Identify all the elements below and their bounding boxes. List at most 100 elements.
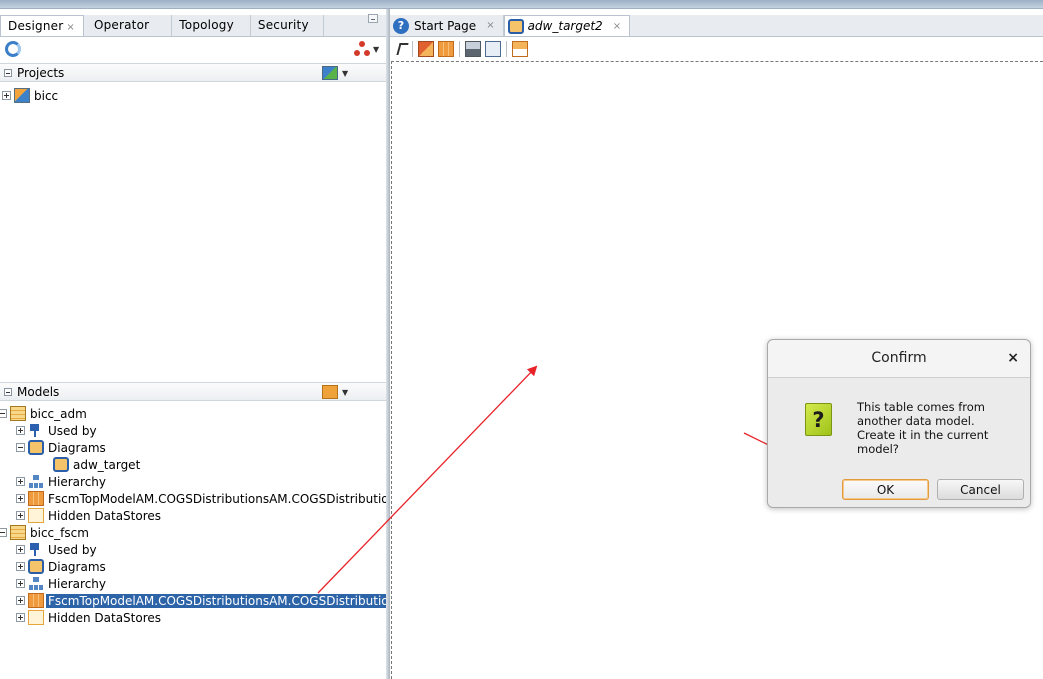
auto-layout-icon[interactable]	[512, 41, 528, 57]
expand-icon[interactable]	[16, 613, 25, 622]
tab-close-icon[interactable]: ×	[613, 21, 621, 32]
tree-item-hierarchy[interactable]: Hierarchy	[16, 575, 108, 592]
expand-icon[interactable]	[2, 91, 11, 100]
datastore-icon	[28, 593, 44, 608]
expand-icon[interactable]	[16, 579, 25, 588]
project-icon	[14, 88, 30, 103]
expand-icon[interactable]	[16, 562, 25, 571]
collapse-icon[interactable]	[16, 443, 25, 452]
left-navigator-panel: Designer × Operator Topology Security ▼ P…	[0, 9, 405, 679]
window-top-bar	[0, 0, 1043, 9]
hidden-datastores-icon	[28, 610, 44, 625]
print-icon[interactable]	[465, 41, 481, 57]
tree-item-hierarchy[interactable]: Hierarchy	[16, 473, 108, 490]
diagram-icon	[507, 18, 524, 34]
chevron-down-icon[interactable]: ▼	[342, 388, 348, 397]
tab-close-icon[interactable]: ×	[486, 20, 494, 31]
expand-icon[interactable]	[16, 426, 25, 435]
tab-close-icon[interactable]: ×	[66, 22, 75, 33]
tree-item-hidden-datastores[interactable]: Hidden DataStores	[16, 507, 163, 524]
ok-button[interactable]: OK	[842, 479, 929, 500]
editor-tabs: ? Start Page × adw_target2 ×	[390, 15, 1043, 37]
model-icon	[10, 525, 26, 540]
tree-item-model[interactable]: bicc_fscm	[0, 524, 91, 541]
collapse-icon[interactable]	[0, 409, 7, 418]
tree-item-label: FscmTopModelAM.COGSDistributionsAM.COGSD…	[48, 491, 403, 506]
new-model-folder-icon[interactable]	[322, 385, 338, 399]
tab-topology-label: Topology	[179, 18, 234, 32]
diagram-icon	[53, 457, 69, 472]
diagram-toolbar	[390, 38, 1043, 60]
tree-item-label: bicc_fscm	[30, 525, 89, 540]
chevron-down-icon[interactable]: ▼	[342, 69, 348, 78]
dialog-body: ? This table comes from another data mod…	[768, 377, 1030, 507]
hidden-datastores-icon	[28, 508, 44, 523]
tree-item-label: Diagrams	[48, 559, 106, 574]
tab-operator[interactable]: Operator	[84, 15, 173, 36]
tree-item-model[interactable]: bicc_adm	[0, 405, 89, 422]
add-datastore-icon[interactable]	[418, 41, 434, 57]
expand-icon[interactable]	[16, 596, 25, 605]
view-icon[interactable]	[485, 41, 501, 57]
dialog-message: This table comes from another data model…	[857, 400, 989, 456]
refresh-icon[interactable]	[5, 41, 21, 57]
tree-item-label: Diagrams	[48, 440, 106, 455]
datastore-icon	[28, 491, 44, 506]
chevron-down-icon[interactable]: ▼	[373, 45, 379, 54]
tree-item-datastore[interactable]: FscmTopModelAM.COGSDistributionsAM.COGSD…	[16, 490, 404, 507]
dialog-title: Confirm	[871, 350, 927, 366]
minimize-panel-button[interactable]	[368, 14, 378, 23]
tree-item-diagram[interactable]: adw_target	[53, 456, 142, 473]
expand-icon[interactable]	[16, 511, 25, 520]
models-header-label: Models	[17, 385, 60, 399]
expand-icon[interactable]	[16, 477, 25, 486]
projects-section-header[interactable]: Projects ▼	[0, 63, 386, 82]
cancel-button[interactable]: Cancel	[937, 479, 1024, 500]
navigator-tabs: Designer × Operator Topology Security	[0, 15, 386, 37]
used-by-icon	[28, 423, 44, 438]
tree-item-bicc[interactable]: bicc	[2, 87, 60, 104]
help-icon: ?	[393, 17, 409, 34]
select-pointer-icon[interactable]	[396, 43, 409, 55]
tab-topology[interactable]: Topology	[172, 15, 251, 36]
tab-operator-label: Operator	[93, 18, 150, 32]
hierarchy-icon	[28, 576, 44, 591]
used-by-icon	[28, 542, 44, 557]
tab-start-page[interactable]: ? Start Page ×	[390, 15, 504, 36]
collapse-icon[interactable]	[4, 388, 12, 396]
tab-adw-target2-label: adw_target2	[527, 19, 603, 33]
tab-designer[interactable]: Designer ×	[0, 15, 84, 36]
tab-adw-target2[interactable]: adw_target2 ×	[503, 15, 631, 36]
tab-security[interactable]: Security	[251, 15, 324, 36]
add-table-icon[interactable]	[438, 41, 454, 57]
navigator-toolbar: ▼	[0, 38, 386, 62]
tree-item-label: Hierarchy	[48, 474, 107, 489]
question-icon: ?	[805, 403, 832, 436]
diagram-icon	[28, 559, 44, 574]
tree-item-used-by[interactable]: Used by	[16, 422, 99, 439]
tree-item-label: Hidden DataStores	[48, 508, 162, 523]
collapse-icon[interactable]	[0, 528, 7, 537]
diagram-icon	[28, 440, 44, 455]
tab-start-page-label: Start Page	[414, 18, 477, 33]
toolbar-separator	[412, 41, 413, 57]
tree-item-diagrams[interactable]: Diagrams	[16, 558, 108, 575]
tree-item-hidden-datastores[interactable]: Hidden DataStores	[16, 609, 163, 626]
tree-item-label: Hidden DataStores	[48, 610, 162, 625]
expand-icon[interactable]	[16, 494, 25, 503]
confirm-dialog: Confirm × ? This table comes from anothe…	[767, 339, 1031, 508]
models-section-header[interactable]: Models ▼	[0, 382, 386, 401]
hierarchy-icon	[28, 474, 44, 489]
tree-item-diagrams[interactable]: Diagrams	[16, 439, 108, 456]
tab-security-label: Security	[257, 18, 309, 32]
toolbar-separator	[459, 41, 460, 57]
tree-item-used-by[interactable]: Used by	[16, 541, 99, 558]
tree-item-label: Used by	[48, 542, 97, 557]
expand-icon[interactable]	[16, 545, 25, 554]
close-icon[interactable]: ×	[1007, 350, 1019, 366]
collapse-icon[interactable]	[4, 69, 12, 77]
tree-item-label: adw_target	[73, 457, 141, 472]
new-project-icon[interactable]	[322, 66, 338, 80]
connect-navigator-icon[interactable]	[354, 41, 370, 57]
tree-item-datastore-selected[interactable]: FscmTopModelAM.COGSDistributionsAM.COGSD…	[16, 592, 405, 609]
